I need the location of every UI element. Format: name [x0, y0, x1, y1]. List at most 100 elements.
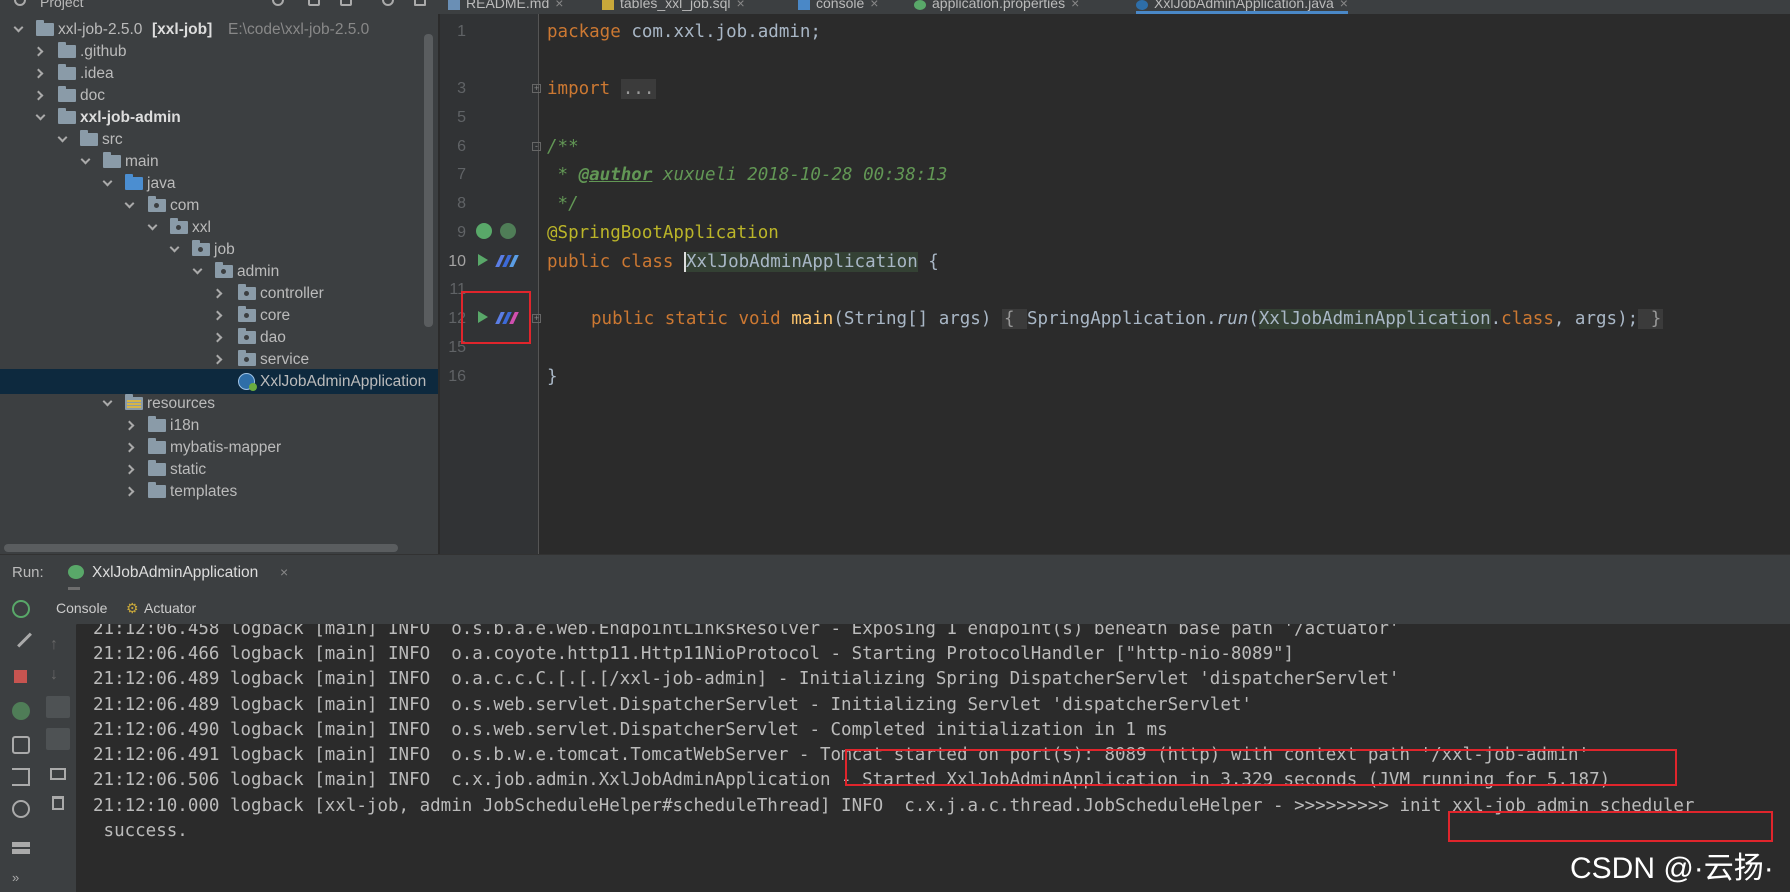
run-class-icon[interactable]	[478, 254, 488, 266]
line-number: 10	[448, 253, 466, 270]
code-line-7: * @author xuxueli 2018-10-28 00:38:13	[547, 165, 948, 185]
folder-icon	[80, 130, 98, 146]
gear-icon[interactable]	[382, 0, 394, 6]
log-prefix: 21:12:10.000 logback [xxl-job, admin Job…	[93, 796, 1400, 816]
code-token: *	[547, 165, 579, 185]
chevron-right-icon[interactable]	[33, 90, 44, 101]
chevron-right-icon[interactable]	[124, 420, 135, 431]
collapse-all-icon[interactable]	[340, 0, 352, 6]
spring-boot-icon	[68, 565, 84, 579]
tab-readme[interactable]: README.md ×	[448, 0, 563, 14]
wrench-icon[interactable]	[10, 625, 32, 648]
chevron-right-icon[interactable]	[124, 442, 135, 453]
folder-icon	[148, 460, 166, 476]
fold-expand-icon[interactable]: +	[532, 84, 541, 93]
spring-bean-icon[interactable]	[476, 223, 492, 239]
rerun-icon[interactable]	[12, 600, 30, 618]
chevron-right-icon[interactable]	[212, 288, 223, 299]
tab-console[interactable]: console ×	[798, 0, 878, 14]
chevron-down-icon[interactable]	[102, 176, 113, 187]
chevron-down-icon[interactable]	[102, 396, 113, 407]
chevron-down-icon[interactable]	[169, 242, 180, 253]
soft-wrap-icon[interactable]	[46, 696, 70, 718]
run-subtabs: Console ⚙ Actuator	[40, 590, 1790, 625]
chevron-right-icon[interactable]	[124, 464, 135, 475]
bug-icon[interactable]	[12, 702, 30, 720]
tree-horizontal-scrollbar[interactable]	[4, 544, 398, 552]
arrow-down-icon[interactable]: ↓	[50, 666, 68, 684]
code-token: SpringApplication.	[1027, 309, 1217, 329]
close-icon[interactable]: ×	[555, 0, 563, 11]
exit-icon[interactable]	[12, 768, 30, 786]
tab-tables-sql[interactable]: tables_xxl_job.sql ×	[602, 0, 745, 14]
log-prefix: 21:12:06.491 logback [main] INFO o.s.b.w…	[93, 745, 820, 765]
package-icon	[238, 350, 256, 366]
close-icon[interactable]: ×	[870, 0, 878, 11]
chevron-right-icon[interactable]	[212, 354, 223, 365]
folder-icon	[58, 86, 76, 102]
tab-application-properties[interactable]: application.properties ×	[914, 0, 1079, 14]
scroll-to-end-icon[interactable]	[46, 728, 70, 750]
code-editor[interactable]: 1 3 5 6 7 8 9 10 11 12 15 16 + - + packa…	[440, 14, 1790, 554]
package-icon	[215, 262, 233, 278]
chevron-right-icon[interactable]	[212, 310, 223, 321]
chevron-right-icon[interactable]	[33, 46, 44, 57]
actuator-icon: ⚙	[126, 600, 139, 616]
console-output[interactable]: 21:12:06.458 logback [main] INFO o.s.b.a…	[77, 624, 1790, 892]
tab-label: README.md	[466, 0, 550, 11]
fold-expand-icon[interactable]: +	[532, 314, 541, 323]
search-icon[interactable]	[12, 800, 30, 818]
code-token: (String[]	[833, 309, 939, 329]
spring-endpoints-icon[interactable]	[495, 255, 519, 267]
trash-icon[interactable]	[52, 796, 64, 810]
chevron-right-icon[interactable]	[124, 486, 135, 497]
run-config-tab[interactable]: XxlJobAdminApplication ×	[68, 555, 288, 590]
log-line: 21:12:06.490 logback [main] INFO o.s.web…	[93, 720, 1168, 740]
arrow-up-icon[interactable]: ↑	[50, 636, 68, 654]
tab-console[interactable]: Console	[56, 600, 107, 616]
chevron-down-icon[interactable]	[147, 220, 158, 231]
code-token: (	[1248, 309, 1259, 329]
tab-label: console	[816, 0, 865, 11]
close-icon[interactable]: ×	[1340, 0, 1348, 11]
close-icon[interactable]: ×	[1071, 0, 1079, 11]
folder-icon	[148, 416, 166, 432]
folder-icon	[148, 438, 166, 454]
layout-icon[interactable]	[12, 842, 30, 854]
locate-icon[interactable]	[272, 0, 284, 6]
chevron-down-icon[interactable]	[124, 198, 135, 209]
log-line: 21:12:06.489 logback [main] INFO o.s.web…	[93, 695, 1252, 715]
chevron-down-icon[interactable]	[192, 264, 203, 275]
hide-panel-icon[interactable]	[414, 0, 426, 6]
close-icon[interactable]: ×	[737, 0, 745, 11]
line-number: 16	[448, 368, 466, 385]
camera-icon[interactable]	[12, 736, 30, 754]
line-number: 3	[457, 80, 466, 97]
tab-xxljobadminapplication[interactable]: XxlJobAdminApplication.java ×	[1136, 0, 1348, 14]
print-icon[interactable]	[50, 768, 66, 780]
tab-label: application.properties	[932, 0, 1066, 11]
editor-gutter: 1 3 5 6 7 8 9 10 11 12 15 16 + - +	[440, 14, 541, 554]
expand-all-icon[interactable]	[308, 0, 320, 6]
chevron-down-icon[interactable]	[13, 22, 24, 33]
import-fold[interactable]: ...	[620, 79, 657, 99]
spring-boot-icon[interactable]	[500, 223, 516, 239]
chevron-down-icon[interactable]	[80, 154, 91, 165]
chevron-right-icon[interactable]	[212, 332, 223, 343]
log-line: 21:12:06.466 logback [main] INFO o.a.coy…	[93, 644, 1295, 664]
package-icon	[148, 196, 166, 212]
chevron-down-icon[interactable]	[35, 110, 46, 121]
module-folder-icon	[58, 108, 76, 124]
close-icon[interactable]: ×	[280, 564, 288, 580]
project-header-label[interactable]: Project	[40, 0, 84, 9]
stop-icon[interactable]	[14, 670, 27, 683]
fold-collapse-icon[interactable]: -	[532, 142, 541, 151]
tree-item-templates[interactable]: templates	[0, 479, 438, 504]
chevron-right-icon[interactable]	[33, 68, 44, 79]
top-bar: Project README.md × tables_xxl_job.sql × c…	[0, 0, 1790, 14]
chevron-down-icon[interactable]	[57, 132, 68, 143]
tab-actuator[interactable]: Actuator	[144, 600, 196, 616]
tree-vertical-scrollbar[interactable]	[424, 34, 433, 327]
more-icon[interactable]: »	[12, 870, 30, 888]
folder-icon	[103, 152, 121, 168]
